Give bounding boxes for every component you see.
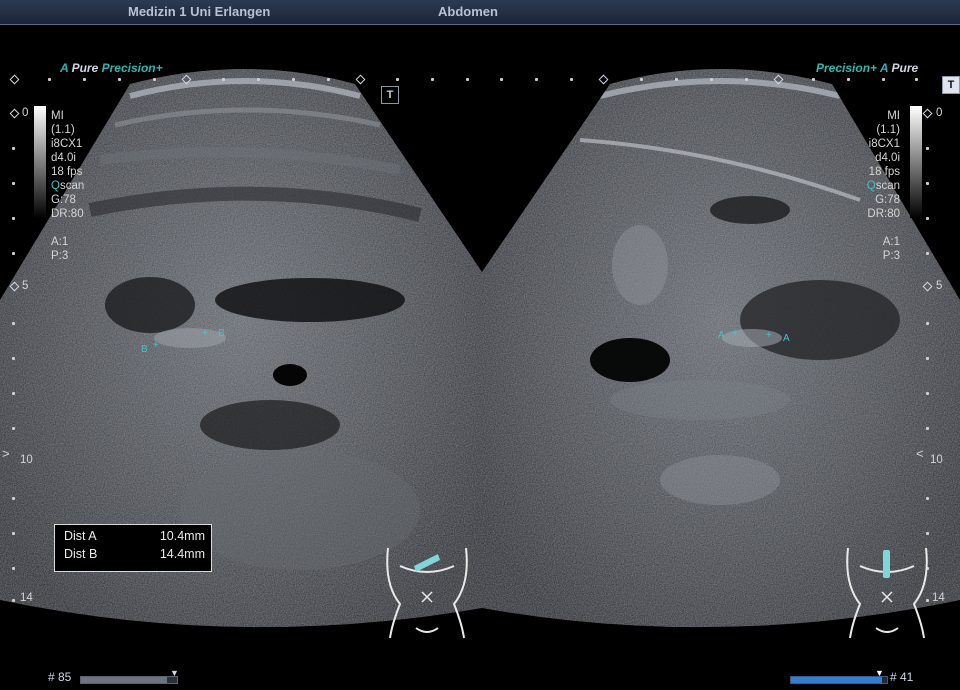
cine-bar-right[interactable] xyxy=(790,676,888,684)
caliper-b-start-plus: + xyxy=(153,340,159,351)
body-marker-left-icon xyxy=(386,547,468,639)
focus-arrow-left-icon: > xyxy=(2,446,10,461)
params-left: MI (1.1) i8CX1 d4.0i 18 fps Qscan G:78 D… xyxy=(51,110,85,262)
params-right: MI (1.1) i8CX1 d4.0i 18 fps Qscan G:78 D… xyxy=(866,110,900,262)
cine-bar-left[interactable] xyxy=(80,676,178,684)
measurement-results: Dist A 10.4mm Dist B 14.4mm xyxy=(54,524,212,572)
caliper-a-start-plus: + xyxy=(732,328,738,339)
caliper-b-end-plus: + xyxy=(202,328,208,339)
caliper-b-start[interactable]: B xyxy=(141,344,148,355)
depth-label-right-5: 5 xyxy=(936,280,943,292)
text-annotation-button-right[interactable]: T xyxy=(942,76,960,94)
cine-bar-right-fill xyxy=(791,677,883,683)
grayscale-bar-left xyxy=(34,106,46,218)
depth-label-left-14: 14 xyxy=(20,592,33,604)
dist-b-label: Dist B xyxy=(64,547,98,561)
depth-label-right-0: 0 xyxy=(936,107,943,119)
caliper-a-start[interactable]: A xyxy=(718,330,725,341)
cine-marker-right-icon: ▼ xyxy=(875,668,884,678)
caliper-a-end[interactable]: A xyxy=(783,333,790,344)
text-annotation-button-left[interactable]: T xyxy=(381,86,399,104)
frame-counter-left: # 85 xyxy=(48,670,72,684)
dist-a-value: 10.4mm xyxy=(159,529,205,543)
depth-label-left-5: 5 xyxy=(22,280,29,292)
cine-bar-left-fill xyxy=(81,677,168,683)
frame-counter-right: # 41 xyxy=(890,670,914,684)
caliper-b-end[interactable]: B xyxy=(218,328,225,339)
depth-label-left-10: 10 xyxy=(20,454,33,466)
dist-b-value: 14.4mm xyxy=(159,547,205,561)
caliper-a-end-plus: + xyxy=(766,330,772,341)
dist-a-label: Dist A xyxy=(64,529,97,543)
grayscale-bar-right xyxy=(910,106,922,218)
focus-arrow-right-icon: < xyxy=(916,446,924,461)
cine-marker-left-icon: ▼ xyxy=(170,668,179,678)
depth-label-right-14: 14 xyxy=(932,592,945,604)
depth-label-right-10: 10 xyxy=(930,454,943,466)
body-marker-right-icon xyxy=(846,547,928,639)
depth-label-left-0: 0 xyxy=(22,107,29,119)
